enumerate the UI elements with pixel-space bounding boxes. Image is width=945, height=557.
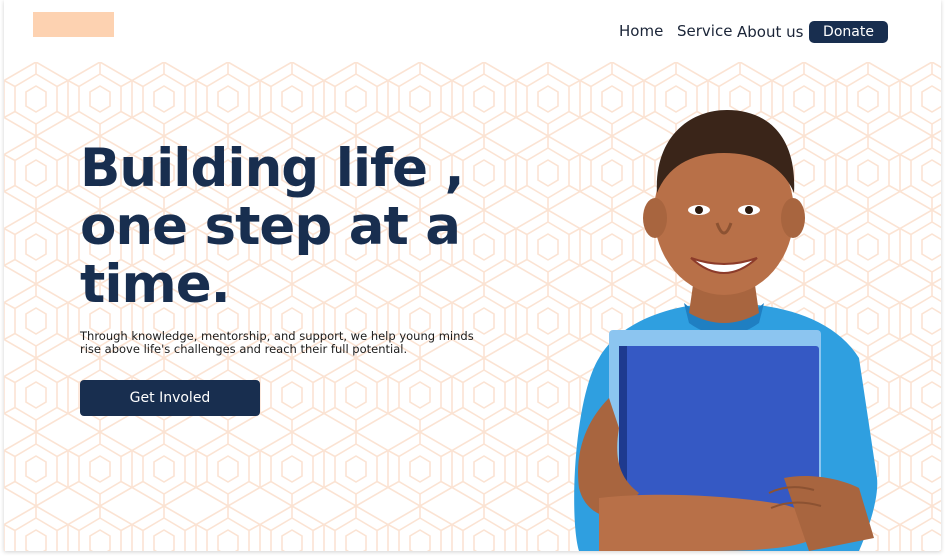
page-frame: Home Service About us Donate Building li… — [4, 0, 941, 551]
get-involved-button[interactable]: Get Involed — [80, 380, 260, 416]
hero-subtitle-line2: rise above life's challenges and reach t… — [80, 342, 408, 356]
logo[interactable] — [33, 12, 114, 37]
site-header: Home Service About us Donate — [4, 0, 941, 62]
hero-title: Building life , one step at a time. — [80, 140, 500, 314]
hero-photo-boy — [574, 110, 878, 551]
nav-service[interactable]: Service — [677, 22, 732, 40]
hero-title-line3: time. — [80, 254, 231, 315]
hero-title-line1: Building life , — [80, 138, 465, 199]
nav-home[interactable]: Home — [619, 22, 663, 40]
hero-section: Building life , one step at a time. Thro… — [4, 62, 941, 551]
donate-button[interactable]: Donate — [809, 21, 888, 43]
nav-about[interactable]: About us — [737, 23, 803, 41]
hero-subtitle: Through knowledge, mentorship, and suppo… — [80, 330, 510, 356]
hero-title-line2: one step at a — [80, 196, 461, 257]
